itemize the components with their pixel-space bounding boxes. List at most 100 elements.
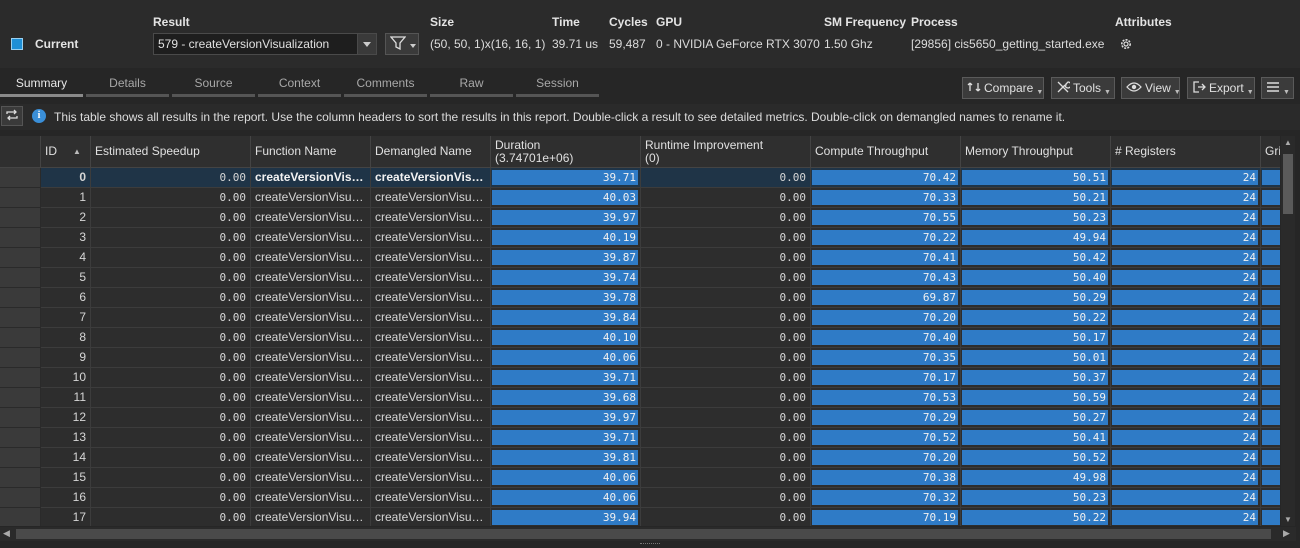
horizontal-scrollbar[interactable]: ◀ ▶ (0, 527, 1296, 541)
tab-context[interactable]: Context (258, 72, 341, 97)
cell-speedup: 0.00 (91, 268, 251, 288)
scroll-right-icon[interactable]: ▶ (1283, 528, 1290, 539)
compare-button[interactable]: Compare ▼ (962, 77, 1044, 99)
table-row[interactable]: 110.00createVersionVisualizationcreateVe… (0, 388, 1280, 408)
row-header[interactable] (0, 208, 41, 228)
result-select[interactable]: 579 - createVersionVisualization (153, 33, 377, 55)
tab-raw[interactable]: Raw (430, 72, 513, 97)
column-header-runtime[interactable]: Runtime Improvement (0) (641, 136, 811, 168)
refresh-button[interactable] (1, 106, 23, 126)
row-header[interactable] (0, 368, 41, 388)
tools-label: Tools (1073, 81, 1102, 95)
table-row[interactable]: 120.00createVersionVisualizationcreateVe… (0, 408, 1280, 428)
row-header[interactable] (0, 388, 41, 408)
row-header[interactable] (0, 268, 41, 288)
row-header[interactable] (0, 488, 41, 508)
cell-bar-value: 40.19 (602, 231, 636, 244)
cell-bar-value: 39.97 (602, 411, 636, 424)
cell-registers: 24 (1111, 508, 1261, 526)
cell-bar-value: 24 (1242, 471, 1256, 484)
table-row[interactable]: 10.00createVersionVisualizationcreateVer… (0, 188, 1280, 208)
cell-bar-value: 70.22 (922, 231, 956, 244)
tab-source[interactable]: Source (172, 72, 255, 97)
row-header[interactable] (0, 448, 41, 468)
chevron-down-icon[interactable] (357, 34, 376, 54)
scroll-up-icon[interactable]: ▲ (1284, 138, 1292, 147)
row-header[interactable] (0, 168, 41, 188)
column-header-compute[interactable]: Compute Throughput (811, 136, 961, 168)
row-header[interactable] (0, 328, 41, 348)
export-button[interactable]: Export ▼ (1187, 77, 1255, 99)
cell-bar-value: 50.37 (1072, 371, 1106, 384)
table-row[interactable]: 100.00createVersionVisualizationcreateVe… (0, 368, 1280, 388)
menu-button[interactable]: ▼ (1261, 77, 1294, 99)
row-header[interactable] (0, 248, 41, 268)
tools-button[interactable]: Tools ▼ (1051, 77, 1115, 99)
cell-bar-fill (1262, 210, 1280, 225)
row-header[interactable] (0, 468, 41, 488)
horizontal-scroll-thumb[interactable] (16, 529, 1271, 539)
column-header-memory[interactable]: Memory Throughput (961, 136, 1111, 168)
cell-grid (1261, 348, 1280, 368)
row-header[interactable] (0, 228, 41, 248)
cell-demangled: createVersionVisualization (371, 268, 491, 288)
table-row[interactable]: 160.00createVersionVisualizationcreateVe… (0, 488, 1280, 508)
table-row[interactable]: 50.00createVersionVisualizationcreateVer… (0, 268, 1280, 288)
table-row[interactable]: 00.00createVersionVisualizationcreateVer… (0, 168, 1280, 188)
table-row[interactable]: 20.00createVersionVisualizationcreateVer… (0, 208, 1280, 228)
column-header-id[interactable]: ID ▲ (41, 136, 91, 168)
column-header-function[interactable]: Function Name (251, 136, 371, 168)
column-header-demangled[interactable]: Demangled Name (371, 136, 491, 168)
column-header-registers[interactable]: # Registers (1111, 136, 1261, 168)
column-header-duration[interactable]: Duration (3.74701e+06) (491, 136, 641, 168)
chevron-down-icon: ▼ (1104, 89, 1111, 96)
row-header[interactable] (0, 348, 41, 368)
cell-bar-fill (1112, 310, 1258, 325)
table-row[interactable]: 40.00createVersionVisualizationcreateVer… (0, 248, 1280, 268)
cell-bar-value: 70.38 (922, 471, 956, 484)
cell-speedup: 0.00 (91, 168, 251, 188)
cell-memory: 50.59 (961, 388, 1111, 408)
row-header[interactable] (0, 288, 41, 308)
cell-memory: 50.51 (961, 168, 1111, 188)
row-header[interactable] (0, 408, 41, 428)
row-header[interactable] (0, 308, 41, 328)
cell-id: 12 (41, 408, 91, 428)
cell-bar-value: 24 (1242, 431, 1256, 444)
cell-function: createVersionVisualization (251, 268, 371, 288)
table-row[interactable]: 80.00createVersionVisualizationcreateVer… (0, 328, 1280, 348)
vertical-scrollbar[interactable]: ▲ ▼ (1281, 136, 1295, 526)
column-header-speedup[interactable]: Estimated Speedup (91, 136, 251, 168)
cell-id: 2 (41, 208, 91, 228)
resize-grip[interactable] (640, 543, 660, 547)
filter-button[interactable] (385, 33, 419, 55)
view-button[interactable]: View ▼ (1121, 77, 1181, 99)
cell-bar-fill (1262, 370, 1280, 385)
table-row[interactable]: 60.00createVersionVisualizationcreateVer… (0, 288, 1280, 308)
row-header[interactable] (0, 428, 41, 448)
gear-icon[interactable] (1119, 37, 1133, 54)
scroll-down-icon[interactable]: ▼ (1284, 515, 1292, 524)
cell-registers: 24 (1111, 188, 1261, 208)
table-row[interactable]: 150.00createVersionVisualizationcreateVe… (0, 468, 1280, 488)
tab-details[interactable]: Details (86, 72, 169, 97)
table-row[interactable]: 90.00createVersionVisualizationcreateVer… (0, 348, 1280, 368)
column-header-grid[interactable]: Gri (1261, 136, 1280, 168)
cell-runtime: 0.00 (641, 448, 811, 468)
tab-comments[interactable]: Comments (344, 72, 427, 97)
table-row[interactable]: 140.00createVersionVisualizationcreateVe… (0, 448, 1280, 468)
row-header[interactable] (0, 508, 41, 526)
table-row[interactable]: 130.00createVersionVisualizationcreateVe… (0, 428, 1280, 448)
tab-summary[interactable]: Summary (0, 72, 83, 97)
tab-session[interactable]: Session (516, 72, 599, 97)
vertical-scroll-thumb[interactable] (1283, 154, 1293, 214)
scroll-left-icon[interactable]: ◀ (3, 528, 10, 539)
row-header[interactable] (0, 188, 41, 208)
cell-runtime: 0.00 (641, 468, 811, 488)
cell-compute: 70.43 (811, 268, 961, 288)
cell-id: 13 (41, 428, 91, 448)
cell-grid (1261, 268, 1280, 288)
table-row[interactable]: 70.00createVersionVisualizationcreateVer… (0, 308, 1280, 328)
table-row[interactable]: 170.00createVersionVisualizationcreateVe… (0, 508, 1280, 526)
table-row[interactable]: 30.00createVersionVisualizationcreateVer… (0, 228, 1280, 248)
